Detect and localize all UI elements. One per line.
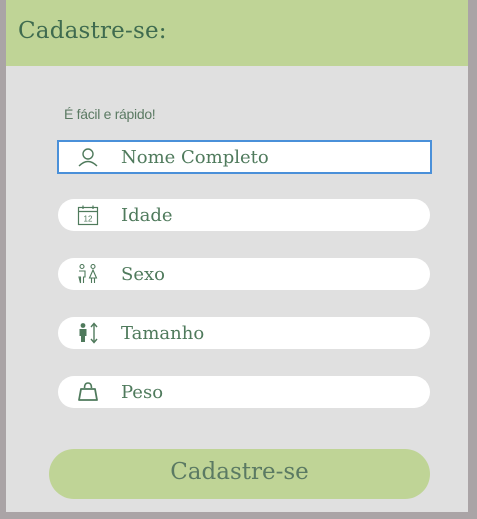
calendar-icon: 12 xyxy=(76,204,100,226)
signup-button[interactable]: Cadastre-se xyxy=(49,449,430,499)
age-input[interactable]: 12 Idade xyxy=(58,199,430,231)
header-bar: Cadastre-se: xyxy=(6,0,468,66)
gender-placeholder: Sexo xyxy=(121,264,165,285)
calendar-day-number: 12 xyxy=(84,215,93,224)
gender-icon xyxy=(76,263,100,285)
height-input[interactable]: Tamanho xyxy=(58,317,430,349)
form-subtitle: É fácil e rápido! xyxy=(64,106,156,122)
weight-input[interactable]: Peso xyxy=(58,376,430,408)
weight-placeholder: Peso xyxy=(121,382,164,403)
page-title: Cadastre-se: xyxy=(18,18,167,44)
weight-icon xyxy=(76,381,100,403)
signup-card: Cadastre-se: É fácil e rápido! Nome Comp… xyxy=(6,0,468,512)
user-icon xyxy=(76,146,100,168)
full-name-input[interactable]: Nome Completo xyxy=(57,140,432,174)
age-placeholder: Idade xyxy=(121,205,173,226)
full-name-placeholder: Nome Completo xyxy=(121,147,269,168)
height-icon xyxy=(76,322,100,344)
gender-input[interactable]: Sexo xyxy=(58,258,430,290)
height-placeholder: Tamanho xyxy=(121,323,205,344)
signup-button-label: Cadastre-se xyxy=(170,459,309,485)
